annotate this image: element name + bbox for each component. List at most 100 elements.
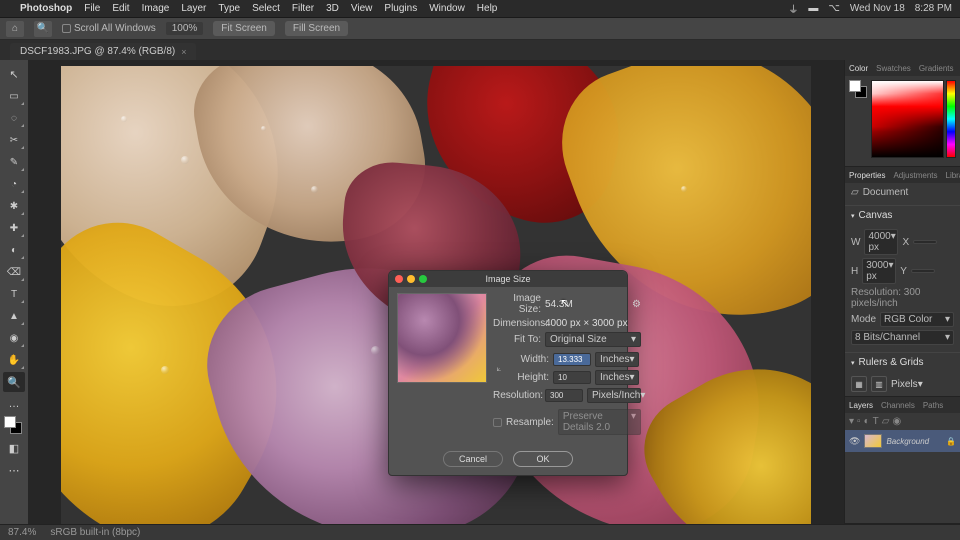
menu-view[interactable]: View	[351, 3, 373, 14]
wifi-icon[interactable]: ⏚	[788, 1, 798, 16]
pen-tool[interactable]: ▲	[3, 306, 25, 326]
app-menu[interactable]: Photoshop	[20, 3, 72, 14]
lock-icon[interactable]: 🔒	[946, 437, 956, 446]
zoom-window-icon[interactable]	[419, 275, 427, 283]
grid-icon[interactable]: ▥	[871, 376, 887, 392]
x-label: X	[902, 237, 909, 248]
resolution-unit-select[interactable]: Pixels/Inch▾	[587, 388, 641, 403]
canvas-width-input[interactable]: 4000 px▾	[864, 229, 898, 255]
chevron-down-icon[interactable]: ▾	[851, 212, 855, 220]
canvas-y-input[interactable]	[911, 269, 935, 273]
width-unit-select[interactable]: Inches▾	[595, 352, 639, 367]
visibility-icon[interactable]: 👁	[849, 436, 860, 447]
layer-row-background[interactable]: 👁 Background 🔒	[845, 430, 960, 452]
document-tab[interactable]: DSCF1983.JPG @ 87.4% (RGB/8) ×	[10, 43, 196, 60]
rulers-section-header: Rulers & Grids	[859, 357, 924, 368]
control-center-icon[interactable]: ⌥	[828, 3, 840, 14]
edit-toolbar-icon[interactable]: …	[3, 394, 25, 414]
bit-depth-select[interactable]: 8 Bits/Channel▾	[851, 330, 954, 345]
home-icon[interactable]: ⌂	[6, 21, 24, 37]
tab-paths[interactable]: Paths	[923, 401, 943, 410]
spot-heal-tool[interactable]: ◔	[3, 174, 25, 194]
menu-filter[interactable]: Filter	[292, 3, 314, 14]
tab-channels[interactable]: Channels	[881, 401, 915, 410]
resolution-input[interactable]: 300	[545, 389, 583, 402]
fit-screen-button[interactable]: Fit Screen	[213, 21, 275, 36]
gear-icon[interactable]: ⚙	[632, 299, 641, 310]
color-panel: Color Swatches Gradients Patterns	[845, 60, 960, 167]
scroll-all-windows-checkbox[interactable]: Scroll All Windows	[62, 23, 156, 34]
color-field[interactable]	[871, 80, 944, 158]
status-zoom[interactable]: 87.4%	[8, 527, 36, 538]
ok-button[interactable]: OK	[513, 451, 573, 467]
rulers-icon[interactable]: ▦	[851, 376, 867, 392]
menu-file[interactable]: File	[84, 3, 100, 14]
height-unit-select[interactable]: Inches▾	[595, 370, 639, 385]
status-time[interactable]: 8:28 PM	[915, 3, 952, 14]
chevron-down-icon[interactable]: ▾	[851, 359, 855, 367]
battery-icon[interactable]: ▬	[808, 3, 818, 14]
color-swatch-tool[interactable]	[3, 416, 25, 436]
clone-stamp-tool[interactable]: ✚	[3, 218, 25, 238]
eyedropper-tool[interactable]: ✎	[3, 152, 25, 172]
width-input[interactable]: 13.333	[553, 353, 591, 366]
hand-tool[interactable]: ✋	[3, 350, 25, 370]
status-bar: 87.4% sRGB built-in (8bpc)	[0, 524, 960, 540]
close-window-icon[interactable]	[395, 275, 403, 283]
tab-swatches[interactable]: Swatches	[876, 64, 911, 73]
cancel-button[interactable]: Cancel	[443, 451, 503, 467]
screen-mode-icon[interactable]: ⋯	[3, 460, 25, 480]
fill-screen-button[interactable]: Fill Screen	[285, 21, 348, 36]
fit-to-select[interactable]: Original Size▾	[545, 332, 641, 347]
y-label: Y	[900, 266, 907, 277]
tab-libraries[interactable]: Libraries	[946, 171, 960, 180]
menu-select[interactable]: Select	[252, 3, 280, 14]
constrain-proportions-icon[interactable]: ⟀	[493, 352, 505, 385]
quick-mask-icon[interactable]: ◧	[3, 438, 25, 458]
type-tool[interactable]: T	[3, 284, 25, 304]
move-tool[interactable]: ↖	[3, 64, 25, 84]
tab-color[interactable]: Color	[849, 64, 868, 73]
shape-tool[interactable]: ◉	[3, 328, 25, 348]
zoom-tool-icon[interactable]: 🔍	[34, 21, 52, 37]
lasso-tool[interactable]: ◌	[3, 108, 25, 128]
zoom-value-input[interactable]: 100%	[166, 22, 204, 35]
menu-plugins[interactable]: Plugins	[384, 3, 417, 14]
dialog-preview	[397, 293, 487, 383]
tab-properties[interactable]: Properties	[849, 171, 885, 180]
gradient-tool[interactable]: ◐	[3, 240, 25, 260]
canvas-height-input[interactable]: 3000 px▾	[862, 258, 896, 284]
tab-gradients[interactable]: Gradients	[919, 64, 954, 73]
ruler-unit-select[interactable]: Pixels▾	[891, 379, 941, 390]
tab-layers[interactable]: Layers	[849, 401, 873, 410]
tab-adjustments[interactable]: Adjustments	[893, 171, 937, 180]
marquee-tool[interactable]: ▭	[3, 86, 25, 106]
height-input[interactable]: 10	[553, 371, 591, 384]
dialog-titlebar[interactable]: Image Size	[389, 271, 627, 287]
brush-tool[interactable]: ✱	[3, 196, 25, 216]
canvas-x-input[interactable]	[913, 240, 937, 244]
zoom-tool[interactable]: 🔍	[3, 372, 25, 392]
chevron-down-icon: ▾	[629, 372, 634, 383]
menu-image[interactable]: Image	[142, 3, 170, 14]
foreground-background-swatch[interactable]	[849, 80, 869, 100]
canvas-area: Image Size Image Size:54.3M⚙ Dimensions:…	[28, 60, 844, 524]
resample-checkbox[interactable]	[493, 418, 502, 427]
layer-thumbnail[interactable]	[864, 434, 882, 448]
eraser-tool[interactable]: ⌫	[3, 262, 25, 282]
menu-type[interactable]: Type	[218, 3, 240, 14]
layer-filter-bar[interactable]: ▾▫◐T▱◉	[845, 413, 960, 430]
status-date[interactable]: Wed Nov 18	[850, 3, 905, 14]
status-profile[interactable]: sRGB built-in (8bpc)	[50, 527, 140, 538]
menu-help[interactable]: Help	[477, 3, 498, 14]
layer-name[interactable]: Background	[886, 437, 929, 446]
crop-tool[interactable]: ✂	[3, 130, 25, 150]
menu-window[interactable]: Window	[429, 3, 465, 14]
color-mode-select[interactable]: RGB Color▾	[880, 312, 954, 327]
close-tab-icon[interactable]: ×	[181, 47, 186, 57]
minimize-window-icon[interactable]	[407, 275, 415, 283]
menu-layer[interactable]: Layer	[181, 3, 206, 14]
menu-3d[interactable]: 3D	[326, 3, 339, 14]
hue-slider[interactable]	[946, 80, 956, 158]
menu-edit[interactable]: Edit	[112, 3, 129, 14]
